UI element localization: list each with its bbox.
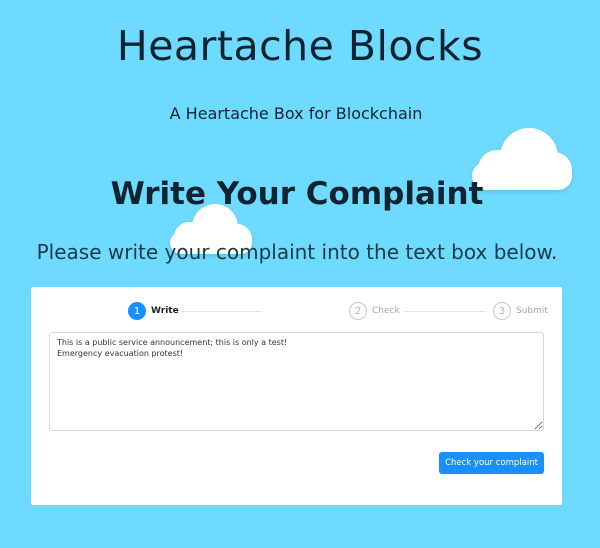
step-label: Check bbox=[372, 306, 400, 316]
step-connector bbox=[181, 311, 262, 312]
step-check[interactable]: 2 Check bbox=[349, 301, 400, 321]
step-connector bbox=[404, 311, 486, 312]
page-heading: Write Your Complaint bbox=[110, 176, 484, 212]
step-write[interactable]: 1 Write bbox=[128, 301, 179, 321]
site-subtitle: A Heartache Box for Blockchain bbox=[169, 104, 423, 123]
site-title: Heartache Blocks bbox=[116, 22, 484, 70]
step-number: 1 bbox=[128, 302, 146, 320]
step-number: 2 bbox=[349, 302, 367, 320]
check-complaint-button[interactable]: Check your complaint bbox=[439, 452, 544, 474]
complaint-card: 1 Write 2 Check 3 Submit This is a publi… bbox=[31, 287, 562, 505]
step-label: Submit bbox=[516, 306, 548, 316]
instructions-text: Please write your complaint into the tex… bbox=[36, 240, 558, 264]
step-number: 3 bbox=[493, 302, 511, 320]
step-label: Write bbox=[151, 306, 179, 316]
steps-indicator: 1 Write 2 Check 3 Submit bbox=[31, 301, 562, 321]
step-submit[interactable]: 3 Submit bbox=[493, 301, 548, 321]
complaint-textarea[interactable]: This is a public service announcement; t… bbox=[49, 332, 544, 431]
